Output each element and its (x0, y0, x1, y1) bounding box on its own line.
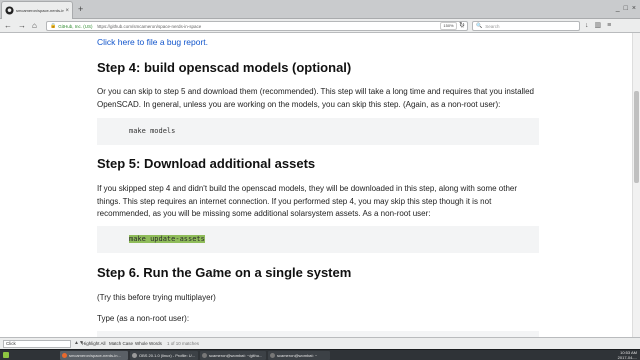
menu-icon[interactable]: ≡ (607, 21, 611, 31)
highlight-all-option[interactable]: Highlight All (82, 339, 106, 348)
taskbar-item-label: smcameron/space-nerds-in... (69, 353, 121, 358)
text-cursor-icon (213, 269, 216, 276)
zoom-indicator[interactable]: 150% (440, 22, 457, 30)
page-content: Click here to file a bug report. Step 4:… (0, 33, 632, 337)
forward-button[interactable]: → (18, 20, 26, 32)
search-placeholder: Search (485, 23, 500, 29)
terminal-icon (270, 353, 275, 358)
tab-close-icon[interactable]: × (65, 8, 69, 14)
step6-type-text: Type (as a non-root user): (97, 314, 190, 323)
scrollbar-thumb[interactable] (634, 91, 639, 183)
find-input[interactable]: Click (3, 340, 71, 348)
tab-bar: smcameron/space-nerds-in... × + _ □ × (0, 0, 640, 19)
step5-paragraph: If you skipped step 4 and didn't build t… (97, 184, 518, 218)
find-status: 1 of 10 matches (167, 341, 200, 346)
step5-code-block: make update-assets (97, 226, 539, 253)
step4-paragraph: Or you can skip to step 5 and download t… (97, 87, 534, 109)
maximize-button[interactable]: □ (624, 4, 628, 13)
system-clock[interactable]: 10:53 AM 2017-04-... (618, 350, 637, 360)
vertical-scrollbar[interactable] (632, 33, 640, 337)
address-bar[interactable]: 🔒 GitHub, Inc. (US) https://github.com/s… (46, 21, 468, 31)
navigation-bar: ← → ⌂ 🔒 GitHub, Inc. (US) https://github… (0, 19, 640, 33)
taskbar-item-terminal-2[interactable]: scameron@wombat: ~ (268, 351, 330, 360)
download-icon[interactable]: ↓ (585, 21, 589, 31)
site-identity[interactable]: GitHub, Inc. (US) (58, 24, 92, 29)
match-case-option[interactable]: Match Case (109, 339, 133, 348)
taskbar-item-terminal-1[interactable]: scameron@wombat: ~/githu... (200, 351, 266, 360)
search-icon: 🔍 (476, 23, 483, 29)
taskbar-item-label: OBS 20.1.0 (linux) - Profile: U... (139, 353, 196, 358)
close-window-button[interactable]: × (632, 4, 636, 13)
firefox-icon (62, 353, 67, 358)
bug-report-link[interactable]: Click here to file a bug report. (97, 37, 208, 47)
url-text[interactable]: https://github.com/smcameron/space-nerds… (97, 24, 441, 29)
library-icon[interactable]: ▥ (595, 21, 602, 31)
find-bar: Click ▲▼ Highlight All Match Case Whole … (0, 337, 640, 349)
whole-words-option[interactable]: Whole Words (135, 339, 162, 348)
minimize-button[interactable]: _ (616, 4, 620, 13)
github-icon (5, 6, 14, 15)
lock-icon: 🔒 (50, 23, 57, 29)
step4-code-block: make models (97, 118, 539, 145)
step5-code-highlighted[interactable]: make update-assets (129, 235, 205, 243)
taskbar-item-label: scameron@wombat: ~/githu... (209, 353, 263, 358)
taskbar-item-browser[interactable]: smcameron/space-nerds-in... (60, 351, 128, 360)
step4-heading: Step 4: build openscad models (optional) (97, 60, 352, 75)
browser-tab[interactable]: smcameron/space-nerds-in... × (1, 1, 73, 19)
terminal-icon (202, 353, 207, 358)
step5-heading: Step 5: Download additional assets (97, 156, 316, 171)
back-button[interactable]: ← (4, 20, 12, 32)
taskbar-item-obs[interactable]: OBS 20.1.0 (linux) - Profile: U... (130, 351, 198, 360)
step6-heading: Step 6. Run the Game on a single system (97, 265, 352, 280)
toolbar-icons: ↓ ▥ ≡ (585, 21, 611, 31)
step4-code: make models (129, 127, 176, 135)
start-menu-icon[interactable] (3, 352, 9, 358)
taskbar-item-label: scameron@wombat: ~ (277, 353, 318, 358)
clock-date: 2017-04-... (617, 355, 637, 360)
obs-icon (132, 353, 137, 358)
reload-icon[interactable]: ↻ (459, 20, 465, 32)
home-button[interactable]: ⌂ (32, 20, 37, 32)
new-tab-button[interactable]: + (78, 4, 83, 14)
window-controls: _ □ × (616, 4, 636, 13)
search-box[interactable]: 🔍 Search (472, 21, 580, 31)
os-taskbar: smcameron/space-nerds-in... OBS 20.1.0 (… (0, 349, 640, 360)
tab-title: smcameron/space-nerds-in... (16, 8, 65, 13)
step6-note: (Try this before trying multiplayer) (97, 293, 216, 302)
